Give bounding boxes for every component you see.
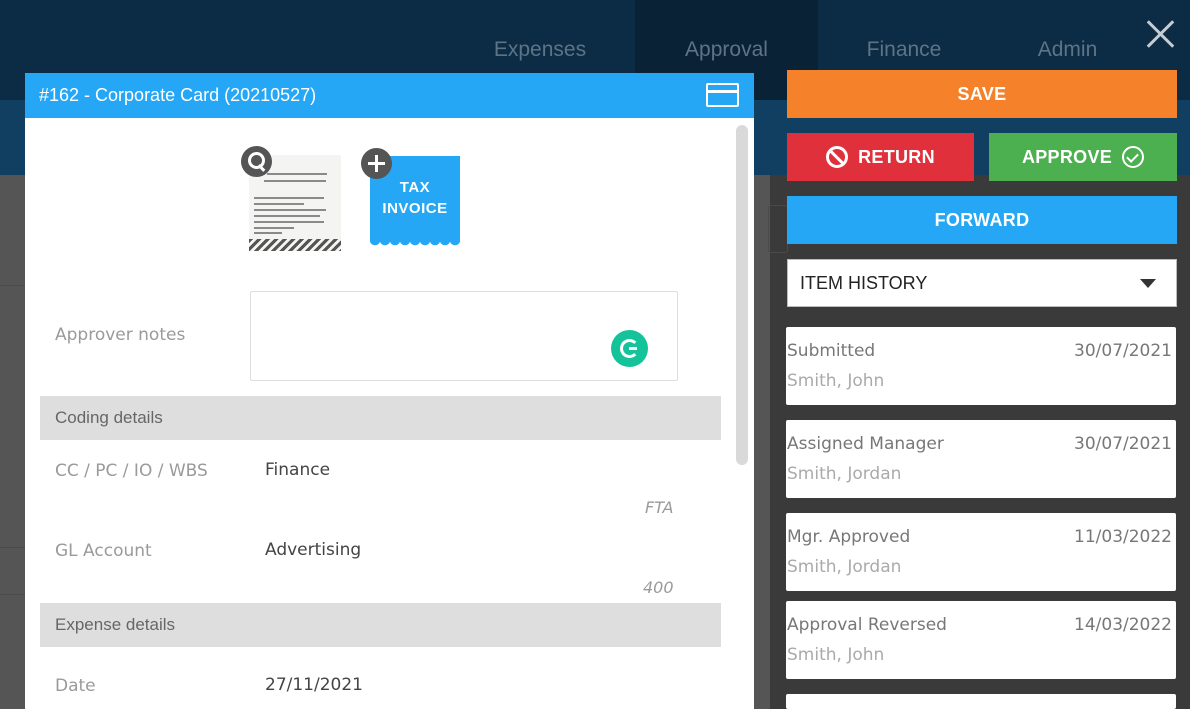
bg-button xyxy=(0,547,26,595)
scrollbar[interactable] xyxy=(736,125,748,465)
approve-label: APPROVE xyxy=(1021,146,1113,167)
forward-label: FORWARD xyxy=(934,209,1030,230)
modal-title: #162 - Corporate Card (20210527) xyxy=(39,85,317,105)
history-date: 30/07/2021 xyxy=(1074,341,1172,361)
cost-center-label: CC / PC / IO / WBS xyxy=(55,461,208,481)
history-event: Submitted xyxy=(787,341,876,361)
history-item: Submitted 30/07/2021 Smith, John xyxy=(786,327,1176,405)
close-icon[interactable] xyxy=(1141,14,1181,54)
coding-details-header: Coding details xyxy=(40,396,721,440)
forward-button[interactable]: FORWARD xyxy=(787,196,1177,244)
gl-account-value[interactable]: Advertising xyxy=(265,540,361,560)
history-user: Smith, John xyxy=(787,645,885,665)
date-value[interactable]: 27/11/2021 xyxy=(265,675,363,695)
save-button[interactable]: SAVE xyxy=(787,70,1177,118)
cost-center-value[interactable]: Finance xyxy=(265,460,330,480)
history-date: 11/03/2022 xyxy=(1074,527,1172,547)
history-date: 14/03/2022 xyxy=(1074,615,1172,635)
approve-button[interactable]: APPROVE xyxy=(989,133,1177,181)
history-user: Smith, John xyxy=(787,371,885,391)
history-event: Mgr. Approved xyxy=(787,527,911,547)
magnify-icon[interactable] xyxy=(241,146,272,177)
date-label: Date xyxy=(55,676,96,696)
modal-header: #162 - Corporate Card (20210527) xyxy=(25,73,754,118)
check-circle-icon xyxy=(1122,146,1145,168)
credit-card-icon xyxy=(706,83,739,107)
grammarly-icon[interactable] xyxy=(611,330,648,367)
ban-icon xyxy=(826,146,849,168)
bg-divider xyxy=(0,285,25,286)
expense-details-header: Expense details xyxy=(40,603,721,647)
history-event: Assigned Manager xyxy=(787,434,944,454)
history-item: Approval Reversed 14/03/2022 Smith, John xyxy=(786,601,1176,679)
gl-account-code: 400 xyxy=(643,578,674,597)
add-icon[interactable] xyxy=(361,148,392,179)
history-date: 30/07/2021 xyxy=(1074,434,1172,454)
history-user: Smith, Jordan xyxy=(787,557,902,577)
item-history-label: ITEM HISTORY xyxy=(800,272,928,293)
history-item: Mgr. Approved 11/03/2022 Smith, Jordan xyxy=(786,513,1176,591)
history-item: Assigned Manager 30/07/2021 Smith, Jorda… xyxy=(786,420,1176,498)
approver-notes-label: Approver notes xyxy=(55,325,186,345)
cost-center-code: FTA xyxy=(645,498,674,517)
gl-account-label: GL Account xyxy=(55,541,152,561)
return-button[interactable]: RETURN xyxy=(787,133,974,181)
history-event: Approval Reversed xyxy=(787,615,947,635)
save-label: SAVE xyxy=(957,83,1007,104)
bg-input xyxy=(768,205,788,253)
item-history-select[interactable]: ITEM HISTORY xyxy=(787,259,1177,307)
expense-modal: #162 - Corporate Card (20210527) TAX INV… xyxy=(25,73,754,709)
history-item xyxy=(786,694,1176,709)
approver-notes-input[interactable] xyxy=(250,291,678,381)
history-user: Smith, Jordan xyxy=(787,464,902,484)
return-label: RETURN xyxy=(858,146,935,167)
chevron-down-icon xyxy=(1140,279,1156,288)
tax-invoice-label: TAX INVOICE xyxy=(382,179,448,217)
